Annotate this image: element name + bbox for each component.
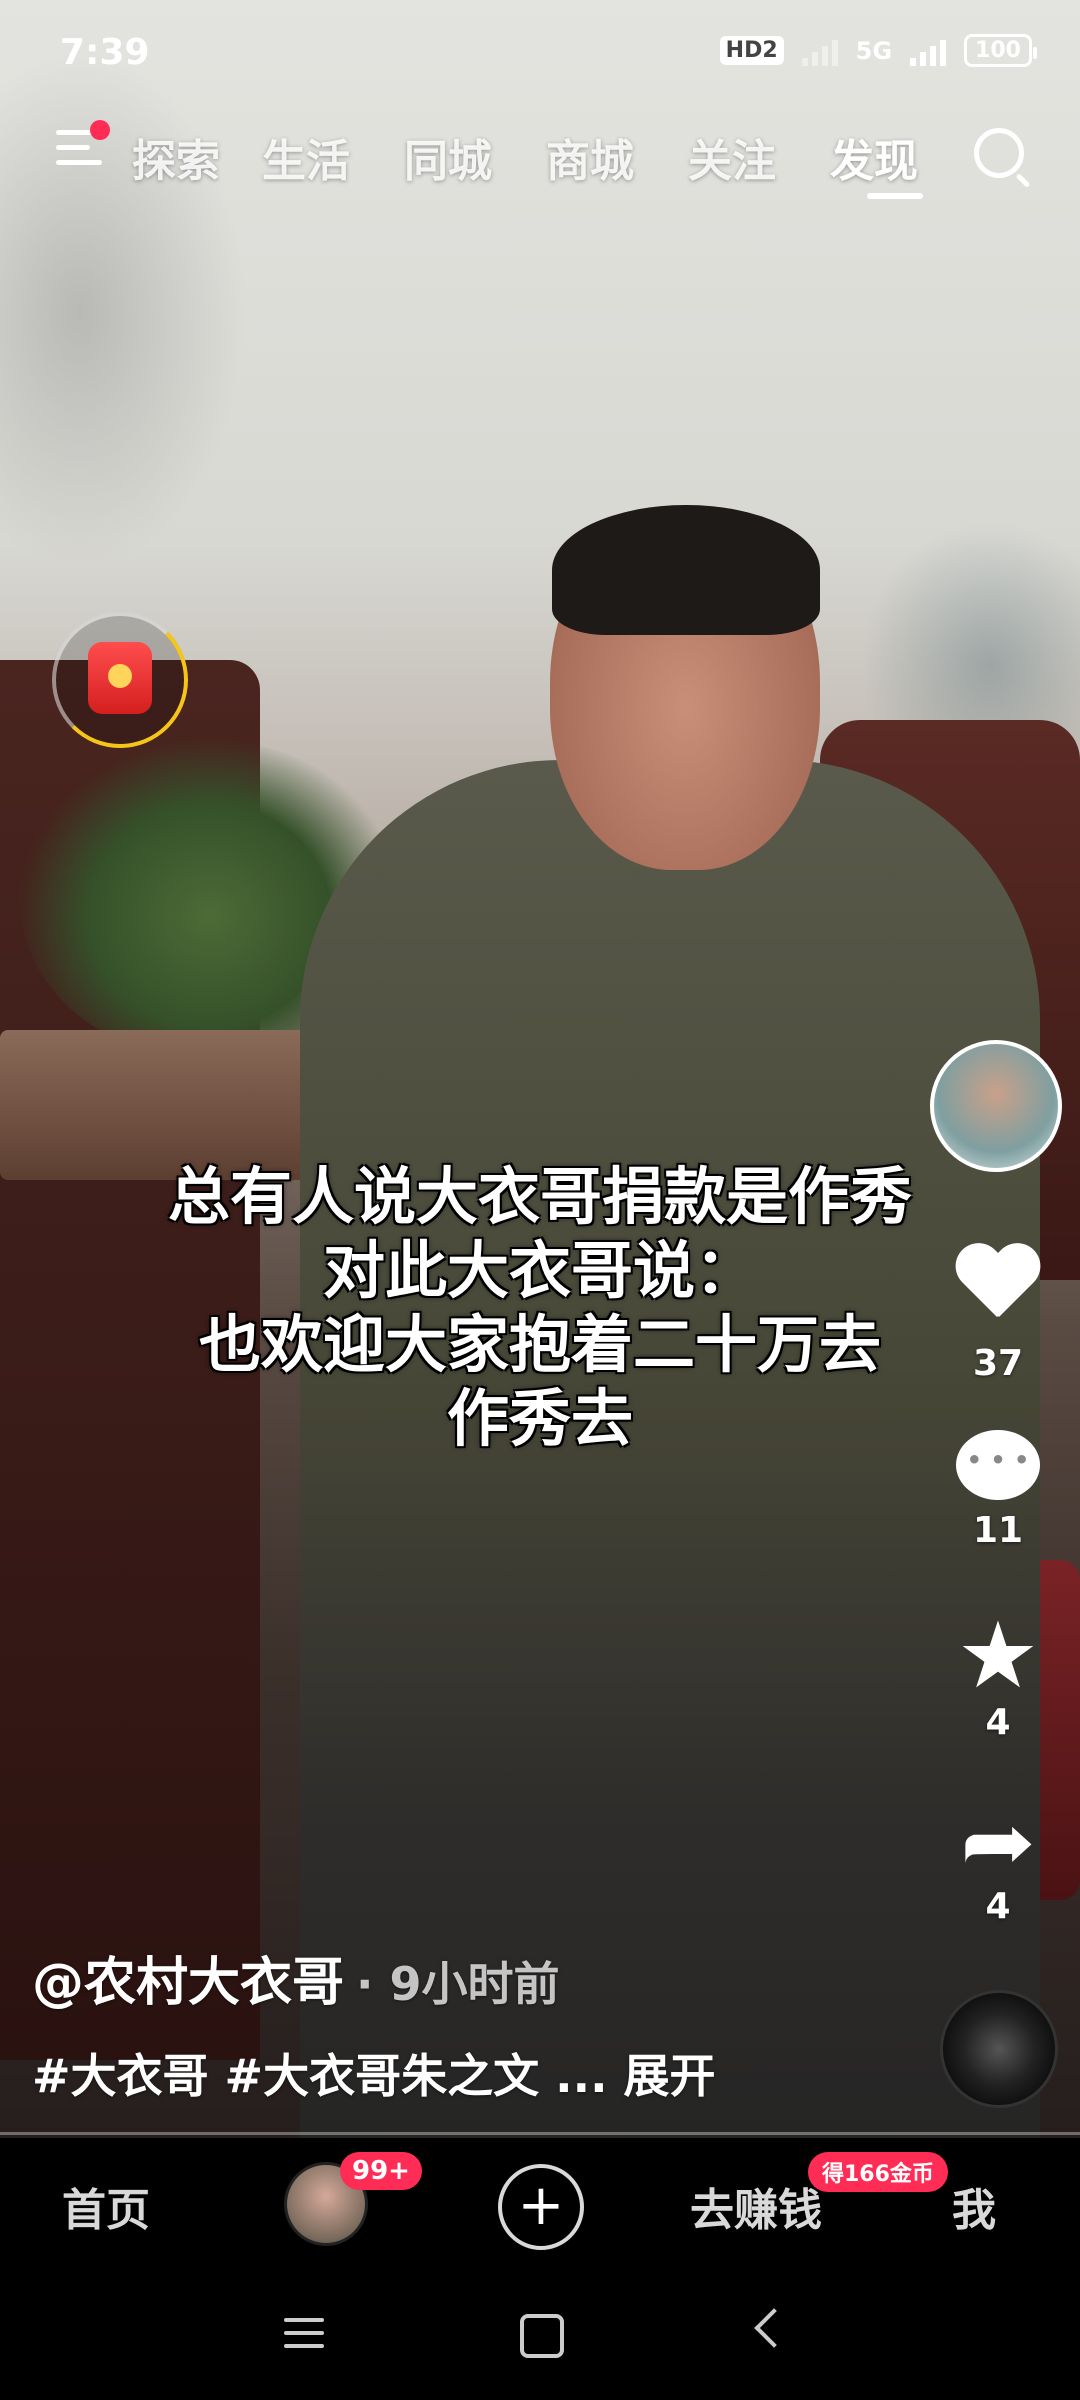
- post-tags[interactable]: #大衣哥 #大衣哥朱之文 ... 展开: [32, 2040, 716, 2106]
- share-count: 4: [985, 1886, 1011, 1927]
- caption-line: 也欢迎大家抱着二十万去: [198, 1308, 881, 1381]
- caption-line: 作秀去: [446, 1382, 633, 1455]
- red-packet-widget[interactable]: [52, 612, 188, 748]
- nav-home[interactable]: 首页: [62, 2174, 150, 2238]
- comment-icon: [956, 1430, 1040, 1500]
- notification-dot: [90, 120, 110, 140]
- video-progress-bar[interactable]: [0, 2132, 1080, 2135]
- status-icons: HD2 5G 100: [719, 34, 1037, 67]
- post-time: · 9小时前: [356, 1957, 560, 2011]
- recent-apps-icon[interactable]: [284, 2318, 324, 2357]
- favorite-button[interactable]: ★ 4: [928, 1602, 1068, 1744]
- signal-icon-sim1: [801, 36, 838, 66]
- tab-following[interactable]: 关注: [688, 125, 776, 189]
- favorite-count: 4: [985, 1702, 1011, 1743]
- heart-icon: [953, 1245, 1043, 1325]
- status-bar: 7:39 HD2 5G 100: [0, 0, 1080, 110]
- network-type: 5G: [855, 36, 893, 65]
- signal-icon-sim2: [910, 36, 947, 66]
- caption-line: 总有人说大衣哥捐款是作秀: [167, 1160, 912, 1233]
- post-time-text: 9小时前: [389, 1957, 560, 2011]
- comment-button[interactable]: 11: [928, 1430, 1068, 1551]
- home-icon[interactable]: [520, 2314, 564, 2358]
- back-icon[interactable]: [754, 2308, 794, 2348]
- nav-me[interactable]: 我: [952, 2174, 996, 2238]
- tab-local[interactable]: 同城: [404, 125, 492, 189]
- status-time: 7:39: [60, 32, 150, 73]
- author-name[interactable]: @农村大衣哥: [32, 1953, 344, 2013]
- earn-badge: 得166金币: [808, 2152, 948, 2192]
- comment-count: 11: [972, 1510, 1024, 1551]
- share-icon: ➦: [960, 1795, 1036, 1890]
- tab-life[interactable]: 生活: [262, 125, 350, 189]
- author-avatar[interactable]: [930, 1040, 1062, 1172]
- coin-icon: [108, 664, 132, 688]
- video-caption: 总有人说大衣哥捐款是作秀 对此大衣哥说： 也欢迎大家抱着二十万去 作秀去: [0, 1160, 1080, 1456]
- share-button[interactable]: ➦ 4: [928, 1800, 1068, 1928]
- system-nav-bar: [0, 2270, 1080, 2400]
- battery-icon: 100: [964, 34, 1037, 67]
- tab-mall[interactable]: 商城: [546, 125, 634, 189]
- post-author-line: @农村大衣哥 · 9小时前: [32, 1940, 560, 2015]
- app-screen: 7:39 HD2 5G 100 探索 生活 同城 商城 关注 发现 总有人说大衣…: [0, 0, 1080, 2400]
- active-tab-indicator: [867, 193, 923, 199]
- bottom-nav: 首页 99+ + 去赚钱 得166金币 我: [0, 2138, 1080, 2270]
- tab-discover[interactable]: 发现: [830, 125, 918, 189]
- like-button[interactable]: 37: [928, 1245, 1068, 1384]
- star-icon: ★: [956, 1602, 1040, 1709]
- hd-badge: HD2: [719, 36, 784, 65]
- friends-badge: 99+: [340, 2152, 422, 2190]
- search-icon[interactable]: [974, 128, 1024, 178]
- nav-earn[interactable]: 去赚钱: [690, 2174, 822, 2238]
- person-hair: [552, 505, 820, 635]
- create-post-button[interactable]: +: [498, 2164, 584, 2250]
- like-count: 37: [972, 1343, 1024, 1384]
- caption-line: 对此大衣哥说：: [322, 1234, 757, 1307]
- music-disc-icon[interactable]: [940, 1990, 1058, 2108]
- painting-mountain-left: [0, 30, 260, 590]
- tab-explore[interactable]: 探索: [132, 125, 220, 189]
